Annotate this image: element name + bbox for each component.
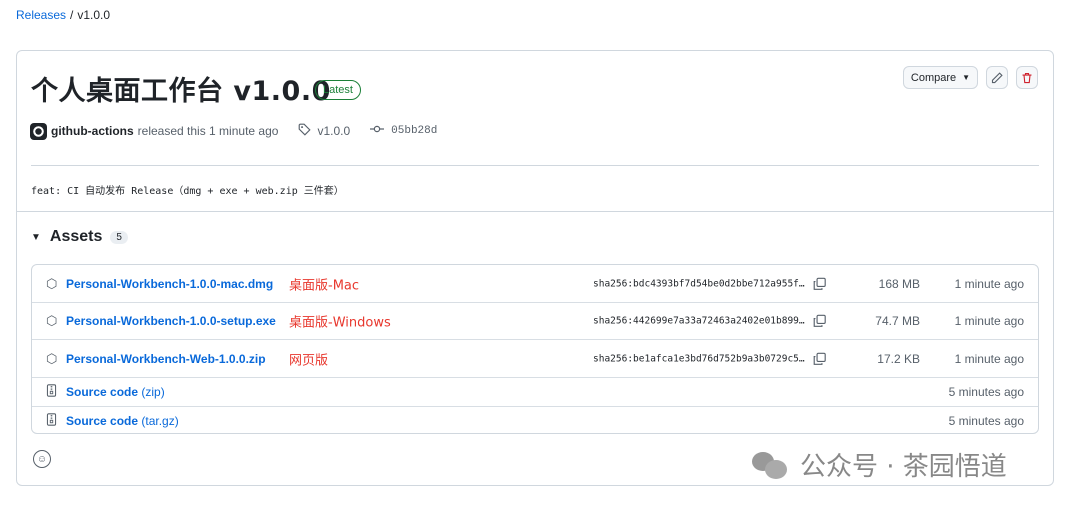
commit-link[interactable]: 05bb28d (370, 124, 437, 138)
assets-heading: Assets (49, 228, 103, 245)
github-logo-icon (33, 125, 44, 137)
asset-sha: sha256:bdc4393bf7d54be0d2bbe712a955f… (593, 278, 805, 289)
source-link[interactable]: Source code (tar.gz) (66, 414, 179, 428)
edit-release-button[interactable] (986, 66, 1008, 89)
package-icon: ⬡ (46, 313, 58, 328)
caret-down-icon: ▼ (962, 73, 971, 82)
asset-time: 1 minute ago (954, 276, 1024, 291)
asset-time: 1 minute ago (954, 314, 1024, 328)
asset-link[interactable]: Personal-Workbench-1.0.0-setup.exe (66, 314, 276, 328)
wechat-icon (752, 450, 788, 480)
release-title: 个人桌面工作台 v1.0.0 (31, 76, 331, 107)
released-text: released this 1 minute ago (137, 124, 279, 138)
copy-icon[interactable] (813, 314, 826, 328)
release-card: 个人桌面工作台 v1.0.0 Latest Compare ▼ github-a… (16, 50, 1054, 486)
asset-size: 74.7 MB (875, 314, 920, 328)
asset-annotation: 桌面版-Windows (289, 315, 391, 331)
breadcrumb-separator: / (70, 8, 74, 22)
divider (31, 165, 1039, 166)
trash-icon (1022, 72, 1032, 83)
release-notes: feat: CI 自动发布 Release（dmg + exe + web.zi… (31, 186, 344, 197)
actor-link[interactable]: github-actions (51, 124, 134, 138)
github-actions-avatar[interactable] (30, 122, 47, 140)
pencil-icon (991, 71, 1003, 83)
release-header: 个人桌面工作台 v1.0.0 Latest Compare ▼ github-a… (17, 51, 1053, 212)
asset-annotation: 网页版 (289, 353, 329, 368)
assets-toggle[interactable]: ▼ Assets 5 (31, 228, 128, 246)
asset-size: 168 MB (878, 276, 920, 291)
delete-release-button[interactable] (1016, 66, 1038, 89)
asset-sha: sha256:be1afca1e3bd76d752b9a3b0729c5… (593, 353, 805, 364)
tag-label: v1.0.0 (317, 124, 351, 138)
watermark: 公众号 · 茶园悟道 (752, 446, 1007, 483)
copy-icon[interactable] (813, 352, 826, 365)
source-row: Source code (zip) 5 minutes ago (32, 378, 1038, 407)
asset-link[interactable]: Personal-Workbench-1.0.0-mac.dmg (66, 277, 273, 291)
breadcrumb: Releases / v1.0.0 (16, 8, 110, 22)
package-icon: ⬡ (46, 275, 58, 291)
file-zip-icon (46, 384, 57, 400)
commit-sha: 05bb28d (391, 125, 438, 137)
source-link[interactable]: Source code (zip) (66, 385, 165, 399)
file-zip-icon (46, 412, 57, 429)
asset-size: 17.2 KB (877, 351, 920, 366)
assets-count-badge: 5 (110, 230, 128, 244)
source-row: Source code (tar.gz) 5 minutes ago (32, 407, 1038, 434)
asset-time: 1 minute ago (954, 351, 1024, 366)
watermark-text: 公众号 · 茶园悟道 (800, 452, 1007, 482)
add-reaction-button[interactable]: ☺ (33, 450, 51, 468)
release-meta: github-actions released this 1 minute ag… (30, 122, 437, 140)
smiley-icon: ☺ (36, 453, 48, 465)
compare-button[interactable]: Compare ▼ (903, 66, 978, 89)
triangle-down-icon: ▼ (31, 231, 41, 243)
source-time: 5 minutes ago (948, 413, 1024, 428)
tag-icon (298, 123, 312, 139)
assets-list: ⬡ Personal-Workbench-1.0.0-mac.dmg 桌面版-M… (31, 264, 1039, 434)
asset-row: ⬡ Personal-Workbench-1.0.0-setup.exe 桌面版… (32, 303, 1038, 340)
package-icon: ⬡ (46, 350, 58, 366)
tag-link[interactable]: v1.0.0 (298, 123, 350, 139)
asset-sha: sha256:442699e7a33a72463a2402e01b899… (593, 315, 805, 327)
latest-badge: Latest (315, 80, 361, 100)
asset-annotation: 桌面版-Mac (289, 278, 360, 293)
source-time: 5 minutes ago (948, 385, 1024, 399)
breadcrumb-releases-link[interactable]: Releases (16, 8, 66, 22)
asset-link[interactable]: Personal-Workbench-Web-1.0.0.zip (66, 352, 266, 366)
breadcrumb-current: v1.0.0 (77, 8, 111, 22)
compare-label: Compare (910, 71, 957, 84)
asset-row: ⬡ Personal-Workbench-Web-1.0.0.zip 网页版 s… (32, 340, 1038, 378)
copy-icon[interactable] (813, 277, 826, 290)
commit-icon (370, 124, 385, 138)
asset-row: ⬡ Personal-Workbench-1.0.0-mac.dmg 桌面版-M… (32, 265, 1038, 303)
